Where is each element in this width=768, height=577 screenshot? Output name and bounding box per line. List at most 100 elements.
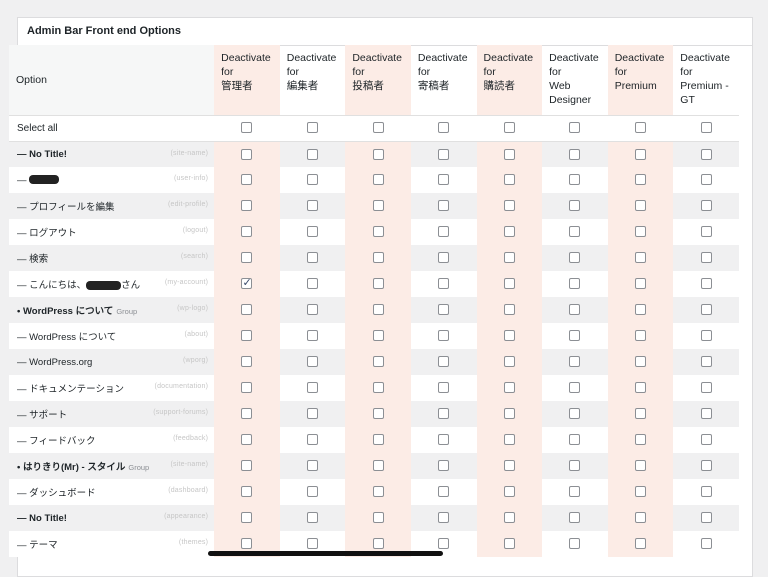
- row-7-checkbox-2[interactable]: [372, 330, 384, 342]
- row-13-checkbox-4[interactable]: [503, 486, 515, 498]
- row-13-checkbox-0[interactable]: [241, 486, 253, 498]
- row-10-checkbox-2[interactable]: [372, 408, 384, 420]
- row-11-checkbox-5[interactable]: [569, 434, 581, 446]
- row-8-checkbox-1[interactable]: [307, 356, 319, 368]
- row-9-checkbox-6[interactable]: [635, 382, 646, 394]
- row-15-checkbox-5[interactable]: [569, 538, 581, 550]
- row-1-checkbox-4[interactable]: [503, 174, 515, 186]
- row-4-checkbox-5[interactable]: [569, 252, 581, 264]
- row-12-checkbox-5[interactable]: [569, 460, 581, 472]
- row-9-checkbox-7[interactable]: [700, 382, 712, 394]
- row-8-checkbox-3[interactable]: [438, 356, 450, 368]
- select-all-checkbox-2[interactable]: [372, 122, 384, 134]
- row-10-checkbox-5[interactable]: [569, 408, 581, 420]
- row-12-checkbox-6[interactable]: [635, 460, 646, 472]
- select-all-checkbox-3[interactable]: [438, 122, 450, 134]
- row-14-checkbox-6[interactable]: [635, 512, 646, 524]
- row-12-checkbox-1[interactable]: [307, 460, 319, 472]
- row-13-checkbox-2[interactable]: [372, 486, 384, 498]
- row-4-checkbox-1[interactable]: [307, 252, 319, 264]
- row-15-checkbox-4[interactable]: [503, 538, 515, 550]
- row-9-checkbox-5[interactable]: [569, 382, 581, 394]
- row-4-checkbox-7[interactable]: [700, 252, 712, 264]
- select-all-checkbox-6[interactable]: [635, 122, 646, 134]
- row-5-checkbox-1[interactable]: [307, 278, 319, 290]
- row-5-checkbox-5[interactable]: [569, 278, 581, 290]
- row-11-checkbox-1[interactable]: [307, 434, 319, 446]
- row-14-checkbox-4[interactable]: [503, 512, 515, 524]
- row-14-checkbox-3[interactable]: [438, 512, 450, 524]
- row-10-checkbox-3[interactable]: [438, 408, 450, 420]
- row-2-checkbox-1[interactable]: [307, 200, 319, 212]
- row-6-checkbox-2[interactable]: [372, 304, 384, 316]
- row-3-checkbox-4[interactable]: [503, 226, 515, 238]
- row-2-checkbox-6[interactable]: [635, 200, 646, 212]
- row-3-checkbox-3[interactable]: [438, 226, 450, 238]
- row-6-checkbox-3[interactable]: [438, 304, 450, 316]
- row-13-checkbox-1[interactable]: [307, 486, 319, 498]
- row-2-checkbox-7[interactable]: [700, 200, 712, 212]
- row-2-checkbox-3[interactable]: [438, 200, 450, 212]
- row-14-checkbox-1[interactable]: [307, 512, 319, 524]
- row-0-checkbox-7[interactable]: [700, 148, 712, 160]
- row-6-checkbox-4[interactable]: [503, 304, 515, 316]
- row-14-checkbox-5[interactable]: [569, 512, 581, 524]
- row-0-checkbox-3[interactable]: [438, 148, 450, 160]
- row-6-checkbox-0[interactable]: [241, 304, 253, 316]
- row-8-checkbox-6[interactable]: [635, 356, 646, 368]
- row-5-checkbox-3[interactable]: [438, 278, 450, 290]
- row-4-checkbox-4[interactable]: [503, 252, 515, 264]
- row-12-checkbox-0[interactable]: [241, 460, 253, 472]
- row-6-checkbox-6[interactable]: [635, 304, 646, 316]
- row-1-checkbox-0[interactable]: [241, 174, 253, 186]
- row-0-checkbox-6[interactable]: [635, 148, 646, 160]
- row-3-checkbox-1[interactable]: [307, 226, 319, 238]
- row-8-checkbox-5[interactable]: [569, 356, 581, 368]
- row-13-checkbox-7[interactable]: [700, 486, 712, 498]
- row-4-checkbox-2[interactable]: [372, 252, 384, 264]
- row-0-checkbox-1[interactable]: [307, 148, 319, 160]
- row-12-checkbox-3[interactable]: [438, 460, 450, 472]
- row-3-checkbox-6[interactable]: [635, 226, 646, 238]
- select-all-checkbox-4[interactable]: [503, 122, 515, 134]
- row-7-checkbox-1[interactable]: [307, 330, 319, 342]
- row-3-checkbox-2[interactable]: [372, 226, 384, 238]
- row-12-checkbox-4[interactable]: [503, 460, 515, 472]
- row-11-checkbox-0[interactable]: [241, 434, 253, 446]
- row-15-checkbox-1[interactable]: [307, 538, 319, 550]
- row-0-checkbox-2[interactable]: [372, 148, 384, 160]
- row-9-checkbox-2[interactable]: [372, 382, 384, 394]
- row-11-checkbox-2[interactable]: [372, 434, 384, 446]
- row-5-checkbox-7[interactable]: [700, 278, 712, 290]
- row-9-checkbox-1[interactable]: [307, 382, 319, 394]
- row-9-checkbox-4[interactable]: [503, 382, 515, 394]
- row-14-checkbox-2[interactable]: [372, 512, 384, 524]
- row-3-checkbox-5[interactable]: [569, 226, 581, 238]
- row-15-checkbox-6[interactable]: [635, 538, 646, 550]
- row-1-checkbox-1[interactable]: [307, 174, 319, 186]
- row-7-checkbox-6[interactable]: [635, 330, 646, 342]
- row-10-checkbox-7[interactable]: [700, 408, 712, 420]
- row-15-checkbox-3[interactable]: [438, 538, 450, 550]
- row-13-checkbox-5[interactable]: [569, 486, 581, 498]
- select-all-checkbox-7[interactable]: [700, 122, 712, 134]
- row-5-checkbox-6[interactable]: [635, 278, 646, 290]
- row-7-checkbox-7[interactable]: [700, 330, 712, 342]
- select-all-checkbox-5[interactable]: [569, 122, 581, 134]
- row-2-checkbox-5[interactable]: [569, 200, 581, 212]
- row-3-checkbox-0[interactable]: [241, 226, 253, 238]
- row-12-checkbox-7[interactable]: [700, 460, 712, 472]
- row-6-checkbox-7[interactable]: [700, 304, 712, 316]
- row-1-checkbox-7[interactable]: [700, 174, 712, 186]
- select-all-checkbox-0[interactable]: [241, 122, 253, 134]
- row-8-checkbox-4[interactable]: [503, 356, 515, 368]
- row-6-checkbox-1[interactable]: [307, 304, 319, 316]
- row-10-checkbox-6[interactable]: [635, 408, 646, 420]
- row-12-checkbox-2[interactable]: [372, 460, 384, 472]
- row-0-checkbox-4[interactable]: [503, 148, 515, 160]
- row-10-checkbox-4[interactable]: [503, 408, 515, 420]
- row-6-checkbox-5[interactable]: [569, 304, 581, 316]
- row-9-checkbox-3[interactable]: [438, 382, 450, 394]
- row-13-checkbox-6[interactable]: [635, 486, 646, 498]
- row-1-checkbox-6[interactable]: [635, 174, 646, 186]
